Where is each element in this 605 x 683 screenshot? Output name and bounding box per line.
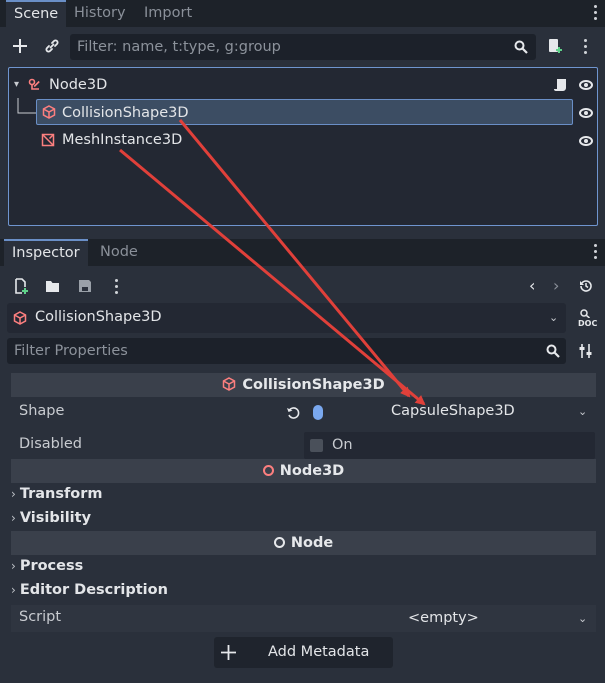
visibility-eye-icon[interactable] [579, 108, 593, 118]
chevron-down-icon[interactable]: ⌄ [578, 612, 587, 625]
group-process[interactable]: › Process [11, 558, 83, 574]
section-node: Node [11, 531, 596, 555]
mesh-instance-icon [41, 133, 55, 147]
chevron-down-icon[interactable]: ⌄ [578, 405, 587, 418]
plus-icon [221, 645, 236, 660]
node3d-circle-icon [262, 465, 274, 476]
disabled-label: Disabled [19, 436, 82, 452]
open-folder-icon[interactable] [44, 277, 62, 295]
tab-scene[interactable]: Scene [6, 0, 67, 27]
group-transform[interactable]: › Transform [11, 486, 103, 502]
tree-item-collisionshape3d[interactable]: CollisionShape3D [36, 99, 573, 125]
scene-tree: ▾ Node3D CollisionShape3D MeshInstance3D [8, 67, 598, 226]
property-tools-icon[interactable] [577, 342, 595, 360]
collision-shape-icon [13, 311, 27, 325]
chevron-right-icon: › [11, 559, 16, 573]
recent-history-icon[interactable] [577, 277, 595, 295]
script-value[interactable]: <empty> [408, 610, 479, 626]
inspector-tabbar: Inspector Node [0, 239, 605, 266]
search-icon [545, 343, 561, 359]
disabled-checkbox[interactable]: On [304, 432, 595, 459]
section-collisionshape3d: CollisionShape3D [11, 373, 596, 397]
new-resource-icon[interactable] [12, 277, 30, 295]
section-title: Node [290, 535, 334, 551]
save-icon[interactable] [76, 277, 94, 295]
visibility-eye-icon[interactable] [579, 80, 593, 90]
inspector-dock-menu-icon[interactable] [594, 244, 598, 262]
checkbox-label: On [332, 437, 353, 453]
tab-history[interactable]: History [66, 0, 134, 27]
revert-icon[interactable] [285, 405, 301, 421]
script-label: Script [19, 609, 62, 625]
add-node-icon[interactable] [10, 36, 30, 56]
search-icon [512, 38, 530, 56]
group-label: Visibility [19, 510, 92, 526]
tab-node[interactable]: Node [92, 239, 146, 266]
chevron-down-icon: ⌄ [549, 311, 559, 324]
section-node3d: Node3D [11, 459, 596, 483]
collision-shape-icon [223, 377, 236, 391]
node-circle-icon [273, 537, 285, 548]
object-path-selector[interactable]: CollisionShape3D ⌄ [7, 303, 566, 333]
tab-inspector[interactable]: Inspector [4, 239, 88, 266]
section-title: Node3D [279, 463, 345, 479]
chevron-right-icon: › [11, 511, 16, 525]
node3d-icon [28, 78, 42, 92]
group-label: Process [19, 558, 84, 574]
scene-panel: Filter: name, t:type, g:group ▾ Node3D C… [0, 27, 605, 239]
add-metadata-button[interactable]: Add Metadata [214, 637, 393, 668]
script-property-row [11, 605, 596, 632]
scene-filter-input[interactable]: Filter: name, t:type, g:group [70, 34, 536, 60]
inspector-tools-menu-icon[interactable] [115, 279, 119, 297]
scene-tree-menu-icon[interactable] [584, 39, 588, 57]
instantiate-scene-icon[interactable] [42, 36, 62, 56]
section-title: CollisionShape3D [242, 377, 385, 393]
tab-import[interactable]: Import [136, 0, 200, 27]
filter-properties-input[interactable]: Filter Properties [7, 338, 566, 364]
scene-tabbar: Scene History Import [0, 0, 605, 27]
chevron-right-icon: › [11, 583, 16, 597]
collapse-arrow-icon[interactable]: ▾ [14, 72, 19, 98]
history-back-icon[interactable]: ‹ [529, 276, 535, 295]
shape-value[interactable]: CapsuleShape3D [391, 403, 515, 419]
group-label: Editor Description [19, 582, 168, 598]
resource-capsule-icon [313, 405, 323, 420]
tree-item-node3d[interactable]: ▾ Node3D [11, 72, 595, 98]
tree-item-label: Node3D [49, 77, 108, 93]
attach-script-icon[interactable] [545, 36, 565, 56]
object-path-label: CollisionShape3D [35, 309, 162, 325]
doc-help-icon[interactable]: DOC [578, 309, 597, 328]
group-editor-description[interactable]: › Editor Description [11, 582, 168, 598]
script-icon[interactable] [554, 78, 568, 92]
scene-dock-menu-icon[interactable] [594, 5, 598, 23]
add-metadata-label: Add Metadata [268, 644, 370, 660]
tree-item-label: MeshInstance3D [62, 132, 183, 148]
tree-item-meshinstance3d[interactable]: MeshInstance3D [36, 127, 573, 153]
tree-item-label: CollisionShape3D [62, 105, 189, 121]
history-forward-icon[interactable]: › [553, 276, 559, 295]
checkbox-box[interactable] [310, 439, 323, 452]
visibility-eye-icon[interactable] [579, 136, 593, 146]
group-visibility[interactable]: › Visibility [11, 510, 91, 526]
group-label: Transform [19, 486, 103, 502]
collision-shape-icon [42, 105, 56, 119]
chevron-right-icon: › [11, 487, 16, 501]
shape-label: Shape [19, 403, 65, 419]
